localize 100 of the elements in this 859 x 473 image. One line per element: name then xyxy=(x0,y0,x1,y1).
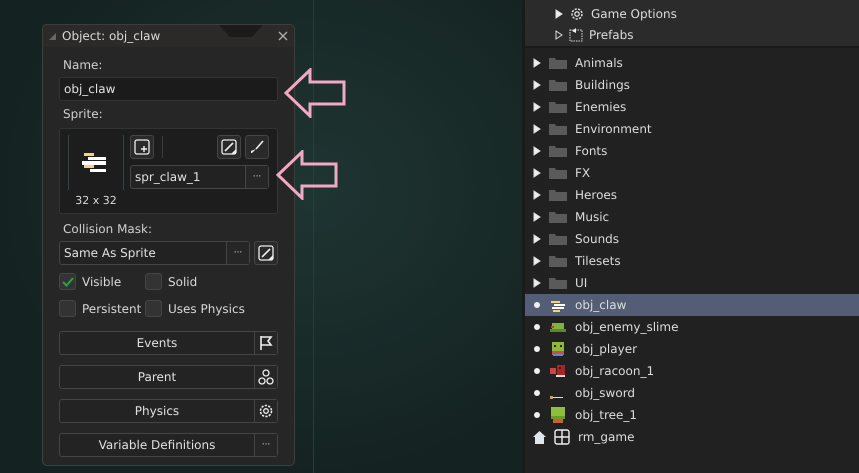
expand-icon[interactable] xyxy=(533,80,541,90)
folder-icon xyxy=(549,80,567,90)
parent-button[interactable] xyxy=(254,366,277,388)
expand-icon[interactable] xyxy=(533,256,541,266)
tree-row[interactable]: obj_tree_1 xyxy=(525,404,859,426)
checkbox-label: Visible xyxy=(82,274,122,288)
expand-icon[interactable] xyxy=(533,124,541,134)
brush-icon xyxy=(249,139,265,155)
tree-row[interactable]: Music xyxy=(525,206,859,228)
checkbox[interactable] xyxy=(59,300,76,317)
expand-icon[interactable] xyxy=(533,58,541,68)
name-label: Name: xyxy=(63,58,104,72)
sprite-icon xyxy=(550,323,566,332)
events-flag-button[interactable] xyxy=(254,332,277,354)
bullet-icon xyxy=(533,301,541,309)
tree-item-label: obj_sword xyxy=(575,386,636,400)
expand-icon[interactable] xyxy=(555,8,563,18)
folder-icon xyxy=(549,102,567,112)
bullet-icon xyxy=(533,389,541,397)
expand-icon[interactable] xyxy=(533,234,541,244)
tree-row[interactable]: Buildings xyxy=(525,74,859,96)
folder-icon xyxy=(549,278,567,288)
sprite-select[interactable]: spr_claw_1 ··· xyxy=(130,165,269,189)
collision-mask-label: Collision Mask: xyxy=(63,222,154,236)
settings-button[interactable] xyxy=(254,400,277,422)
bullet-icon xyxy=(533,323,541,331)
checkbox[interactable] xyxy=(59,273,76,290)
tree-item-label: Buildings xyxy=(575,78,630,92)
edit-sprite-button[interactable] xyxy=(217,135,241,159)
checkbox[interactable] xyxy=(145,300,162,317)
bullet-icon xyxy=(533,367,541,375)
tree-row[interactable]: Enemies xyxy=(525,96,859,118)
more-button[interactable]: ··· xyxy=(254,434,277,456)
tree-item-label: rm_game xyxy=(578,430,634,444)
expand-icon[interactable] xyxy=(533,146,541,156)
tree-item-label: Music xyxy=(575,210,610,224)
tree-item-label: UI xyxy=(575,276,588,290)
tree-item-label: FX xyxy=(575,166,590,180)
tree-item-label: Fonts xyxy=(575,144,608,158)
sprite-icon xyxy=(551,407,565,423)
tree-item-label: Enemies xyxy=(575,100,626,114)
tree-row[interactable]: FX xyxy=(525,162,859,184)
folder-icon xyxy=(549,124,567,134)
expand-icon[interactable] xyxy=(533,168,541,178)
more-button[interactable]: ··· xyxy=(245,166,268,188)
brush-button[interactable] xyxy=(245,135,269,159)
tree-row[interactable]: Heroes xyxy=(525,184,859,206)
tree-item-label: obj_tree_1 xyxy=(575,408,638,422)
sprite-icon xyxy=(552,342,564,356)
collision-mask-select[interactable]: Same As Sprite ··· xyxy=(59,241,250,265)
name-field[interactable]: obj_claw xyxy=(59,77,278,101)
tree-row[interactable]: obj_racoon_1 xyxy=(525,360,859,382)
tree-item-label: obj_player xyxy=(575,342,638,356)
new-sprite-button[interactable] xyxy=(130,135,154,159)
gear-icon xyxy=(258,403,274,419)
sprite-icon xyxy=(550,396,563,399)
checkbox[interactable] xyxy=(145,273,162,290)
folder-icon xyxy=(549,168,567,178)
bullet-icon xyxy=(533,345,541,353)
tree-row[interactable]: obj_player xyxy=(525,338,859,360)
tree-item-label: Environment xyxy=(575,122,652,136)
folder-icon xyxy=(549,146,567,156)
tree-row[interactable]: UI xyxy=(525,272,859,294)
expand-icon[interactable] xyxy=(533,278,541,288)
checkbox-label: Persistent xyxy=(82,302,142,316)
pointer-arrow-icon xyxy=(276,150,338,200)
expand-icon[interactable] xyxy=(555,30,563,40)
tree-row[interactable]: rm_game xyxy=(525,426,859,448)
close-icon[interactable] xyxy=(278,31,288,41)
tree-item[interactable]: Prefabs xyxy=(589,28,634,42)
tree-item-label: Sounds xyxy=(575,232,620,246)
sprite-label: Sprite: xyxy=(63,107,104,121)
panel-button[interactable]: Variable Definitions xyxy=(60,434,254,456)
expand-icon[interactable] xyxy=(533,190,541,200)
sprite-size: 32 x 32 xyxy=(75,194,117,207)
sprite-icon xyxy=(551,301,565,312)
tree-row[interactable]: obj_enemy_slime xyxy=(525,316,859,338)
tree-row[interactable]: Fonts xyxy=(525,140,859,162)
tree-row[interactable]: obj_sword xyxy=(525,382,859,404)
selected-row[interactable]: obj_claw xyxy=(525,294,859,316)
folder-icon xyxy=(549,212,567,222)
flag-icon xyxy=(259,335,273,351)
tree-item-label: obj_racoon_1 xyxy=(575,364,654,378)
more-button[interactable]: ··· xyxy=(226,242,249,264)
bullet-icon xyxy=(533,411,541,419)
folder-icon xyxy=(549,256,567,266)
tree-row[interactable]: Animals xyxy=(525,52,859,74)
expand-icon[interactable] xyxy=(533,212,541,222)
tree-item[interactable]: Game Options xyxy=(591,6,677,20)
tree-row[interactable]: Sounds xyxy=(525,228,859,250)
window-title: Object: obj_claw xyxy=(62,29,160,43)
expand-icon[interactable] xyxy=(533,102,541,112)
checkbox-label: Solid xyxy=(168,274,198,288)
tree-item-label: Tilesets xyxy=(575,254,621,268)
tree-row[interactable]: Environment xyxy=(525,118,859,140)
tree-item-label: obj_claw xyxy=(575,298,626,312)
edit-mask-button[interactable] xyxy=(254,241,278,265)
tree-row[interactable]: Tilesets xyxy=(525,250,859,272)
folder-icon xyxy=(549,58,567,68)
checkbox-label: Uses Physics xyxy=(168,302,245,316)
